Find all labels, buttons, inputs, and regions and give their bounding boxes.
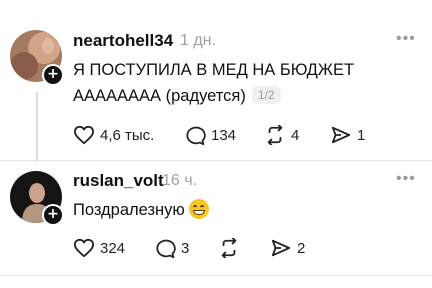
share-icon (271, 239, 291, 257)
share-count: 2 (297, 239, 306, 257)
reply-button[interactable]: 3 (155, 238, 189, 259)
repost-icon (221, 238, 237, 258)
share-icon (331, 126, 351, 144)
post-text: Я ПОСТУПИЛА В МЕД НА БЮДЖЕТ АААААААА (ра… (73, 57, 418, 109)
more-icon[interactable]: ••• (396, 30, 416, 48)
post-1: + neartohell34 1 дн. ••• Я ПОСТУПИЛА В М… (0, 0, 432, 175)
reply-button[interactable]: 134 (185, 125, 236, 146)
share-button[interactable]: 1 (330, 125, 365, 145)
post-text-line2: АААААААА (радуется) 1/2 (73, 83, 418, 109)
reply-count: 134 (211, 127, 237, 144)
like-count: 4,6 тыс. (100, 126, 155, 144)
post-username[interactable]: neartohell34 (73, 31, 173, 51)
repost-count: 4 (291, 126, 300, 144)
follow-plus-icon[interactable]: + (42, 204, 64, 226)
post-text-line1: Я ПОСТУПИЛА В МЕД НА БЮДЖЕТ (73, 61, 355, 79)
post-time: 16 ч. (162, 172, 198, 189)
post-divider-bottom (0, 275, 432, 276)
more-icon[interactable]: ••• (396, 170, 416, 188)
repost-button[interactable]: 4 (264, 125, 299, 145)
grinning-face-emoji-icon (188, 199, 209, 219)
thread-line (36, 92, 38, 162)
like-button[interactable]: 4,6 тыс. (73, 125, 154, 145)
like-count: 324 (100, 239, 126, 257)
post-text-content: Поздралезную (73, 201, 185, 219)
comment-icon (156, 239, 176, 259)
follow-plus-icon[interactable]: + (42, 64, 64, 86)
share-button[interactable]: 2 (270, 238, 305, 258)
post-text-line2-content: АААААААА (радуется) (73, 87, 246, 105)
share-count: 1 (357, 126, 366, 144)
post-2: + ruslan_volt 16 ч. ••• Поздралезную 324… (0, 160, 432, 288)
heart-icon (74, 238, 94, 258)
repost-button[interactable] (218, 238, 245, 258)
carousel-pager: 1/2 (251, 86, 281, 104)
post-username[interactable]: ruslan_volt (73, 171, 164, 191)
comment-icon (186, 126, 206, 146)
heart-icon (74, 125, 94, 145)
post-time: 1 дн. (180, 32, 216, 49)
reply-count: 3 (181, 240, 190, 257)
post-text: Поздралезную (73, 197, 209, 223)
repost-icon (267, 125, 283, 145)
like-button[interactable]: 324 (73, 238, 125, 258)
